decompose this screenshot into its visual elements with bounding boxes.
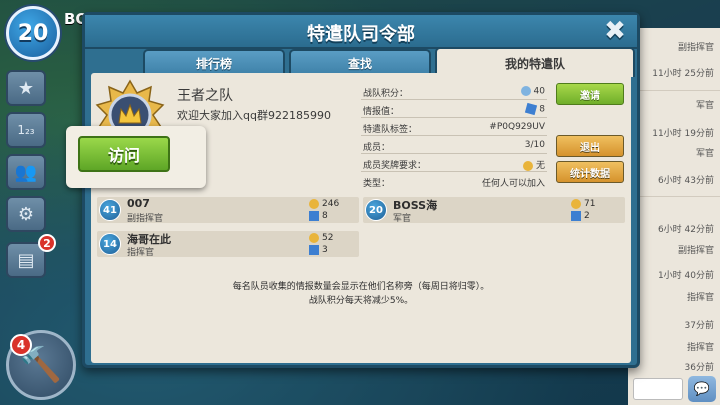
member-medals: 71 — [584, 199, 596, 209]
stat-medal-req-value: 无 — [535, 161, 545, 171]
chat-entry: 11小时 25分前 — [652, 69, 714, 79]
stat-type-value: 任何人可以加入 — [481, 179, 545, 189]
member-intel: 2 — [584, 211, 590, 221]
member-role: 指挥官 — [127, 248, 155, 258]
chat-entry: 副指挥官 — [677, 43, 714, 53]
player-level: 20 — [17, 20, 49, 46]
chat-entry: 1小时 40分前 — [657, 271, 714, 281]
builder-count: 4 — [10, 334, 32, 356]
member-role: 军官 — [393, 214, 412, 224]
notification-count: 2 — [38, 234, 56, 252]
member-medals: 52 — [322, 233, 334, 243]
report-icon: ▤ — [17, 249, 35, 271]
star-icon: ★ — [17, 77, 35, 99]
member-level: 20 — [365, 199, 387, 221]
intel-icon — [571, 210, 581, 221]
chat-entry: 6小时 42分前 — [657, 225, 714, 235]
tab-bar: 排行榜 查找 我的特遣队 — [143, 47, 637, 77]
stat-label: 特遣队标签： — [363, 125, 418, 135]
stat-value: 8 — [525, 102, 545, 116]
chat-entry: 指挥官 — [686, 293, 714, 303]
intel-icon — [309, 210, 319, 221]
gear-icon: ⚙ — [17, 203, 35, 225]
stat-label: 类型： — [363, 179, 391, 189]
medal-icon — [309, 198, 319, 209]
member-level: 41 — [99, 199, 121, 221]
invite-button[interactable]: 邀请 — [556, 83, 624, 105]
chat-input[interactable] — [633, 378, 683, 400]
chat-divider — [628, 196, 720, 197]
member-level: 14 — [99, 233, 121, 255]
member-medals: 246 — [322, 199, 340, 209]
ranking-icon: 1₂₃ — [17, 123, 35, 137]
member-intel: 3 — [322, 245, 328, 255]
member-row[interactable]: 20 BOSS海 军官 71 2 — [363, 197, 625, 224]
member-row[interactable]: 41 007 副指挥官 246 8 — [97, 197, 359, 224]
score-icon — [520, 86, 531, 96]
medal-icon — [571, 198, 581, 209]
intel-icon — [525, 102, 538, 116]
stat-row-tag: 特遣队标签： #P0Q929UV — [361, 119, 547, 136]
footer-note-score: 战队积分每天将减少5%。 — [308, 296, 414, 306]
member-row[interactable]: 14 海哥在此 指挥官 52 3 — [97, 231, 359, 258]
settings-button[interactable]: ⚙ — [6, 196, 46, 232]
member-intel: 8 — [322, 211, 328, 221]
chat-divider — [628, 90, 720, 91]
chat-entry: 11小时 19分前 — [652, 129, 714, 139]
stat-row-score: 战队积分： 40 — [361, 83, 547, 100]
footer-note-intel: 每名队员收集的情报数量会显示在他们名称旁（每周日将归零）。 — [232, 282, 490, 292]
stat-label: 情报值： — [363, 107, 400, 117]
ranking-button[interactable]: 1₂₃ — [6, 112, 46, 148]
dialog-title: 特遣队司令部 — [307, 24, 415, 45]
chat-send-button[interactable]: 💬 — [688, 376, 716, 402]
chat-entry: 军官 — [695, 149, 714, 159]
stat-label: 战队积分： — [363, 89, 409, 99]
member-stats: 246 8 — [309, 198, 339, 222]
chat-entry: 36分前 — [684, 363, 714, 373]
stat-members-value: 3/10 — [524, 140, 545, 150]
stat-row-medal-req: 成员奖牌要求： 无 — [361, 155, 547, 172]
tab-leaderboard[interactable]: 排行榜 — [143, 49, 285, 75]
stat-label: 成员奖牌要求： — [363, 161, 427, 171]
close-icon: ✖ — [604, 16, 626, 46]
leave-button[interactable]: 退出 — [556, 135, 624, 157]
close-button[interactable]: ✖ — [601, 18, 629, 46]
team-description: 欢迎大家加入qq群922185990 — [177, 109, 331, 122]
stat-value: 无 — [522, 158, 545, 171]
stat-tag-value: #P0Q929UV — [489, 122, 545, 132]
team-name: 王者之队 — [177, 88, 233, 104]
visit-button[interactable]: 访问 — [78, 136, 170, 172]
player-level-badge[interactable]: 20 — [6, 6, 60, 60]
chat-entry: 37分前 — [684, 321, 714, 331]
dialog-content: 王者之队 欢迎大家加入qq群922185990 战队积分： 40 情报值： 8 … — [91, 73, 631, 363]
leaderboard-star-button[interactable]: ★ — [6, 70, 46, 106]
stat-value: 40 — [520, 86, 545, 97]
chat-panel: 副指挥官 11小时 25分前 军官 11小时 19分前 军官 6小时 43分前 … — [628, 28, 720, 405]
people-icon: 👥 — [14, 161, 38, 183]
tab-search[interactable]: 查找 — [289, 49, 431, 75]
medal-icon — [522, 160, 533, 171]
member-role: 副指挥官 — [127, 214, 164, 224]
chat-entry: 指挥官 — [686, 343, 714, 353]
speech-bubble-icon: 💬 — [693, 381, 711, 397]
member-name: 007 — [127, 197, 150, 210]
visit-popup: 访问 — [66, 126, 206, 188]
dialog-header: 特遣队司令部 ✖ — [85, 15, 637, 49]
chat-entry: 军官 — [695, 101, 714, 111]
task-force-dialog: 特遣队司令部 ✖ 排行榜 查找 我的特遣队 王者之队 欢迎大家加入qq群9221… — [82, 12, 640, 368]
stat-intel-value: 8 — [539, 104, 545, 115]
member-stats: 52 3 — [309, 232, 333, 256]
stat-row-intel: 情报值： 8 — [361, 101, 547, 118]
stat-score-value: 40 — [533, 86, 545, 97]
stat-row-type: 类型： 任何人可以加入 — [361, 173, 547, 190]
medal-icon — [309, 232, 319, 243]
chat-entry: 6小时 43分前 — [657, 176, 714, 186]
stat-label: 成员： — [363, 143, 391, 153]
chat-entry: 副指挥官 — [677, 246, 714, 256]
friends-button[interactable]: 👥 — [6, 154, 46, 190]
intel-icon — [309, 244, 319, 255]
stat-row-members: 成员： 3/10 — [361, 137, 547, 154]
statistics-button[interactable]: 统计数据 — [556, 161, 624, 183]
member-stats: 71 2 — [571, 198, 595, 222]
